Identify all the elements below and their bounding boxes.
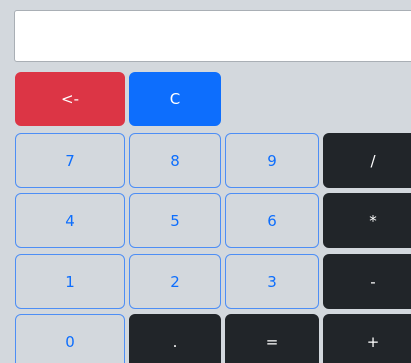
digit-1-button[interactable]: 1 [15,254,125,309]
digit-5-button[interactable]: 5 [129,193,221,248]
add-button[interactable]: + [323,314,411,363]
digit-0-button[interactable]: 0 [15,314,125,363]
digit-8-button[interactable]: 8 [129,133,221,188]
divide-button[interactable]: / [323,133,411,188]
display-input[interactable] [14,10,411,62]
digit-6-button[interactable]: 6 [225,193,319,248]
digit-7-button[interactable]: 7 [15,133,125,188]
equals-button[interactable]: = [225,314,319,363]
digit-4-button[interactable]: 4 [15,193,125,248]
digit-9-button[interactable]: 9 [225,133,319,188]
subtract-button[interactable]: - [323,254,411,309]
digit-3-button[interactable]: 3 [225,254,319,309]
clear-button[interactable]: C [129,72,221,126]
decimal-button[interactable]: . [129,314,221,363]
backspace-button[interactable]: <- [15,72,125,126]
calculator: <- C 7 8 9 / 4 5 6 * 1 2 3 - 0 . = + [0,0,411,363]
multiply-button[interactable]: * [323,193,411,248]
digit-2-button[interactable]: 2 [129,254,221,309]
